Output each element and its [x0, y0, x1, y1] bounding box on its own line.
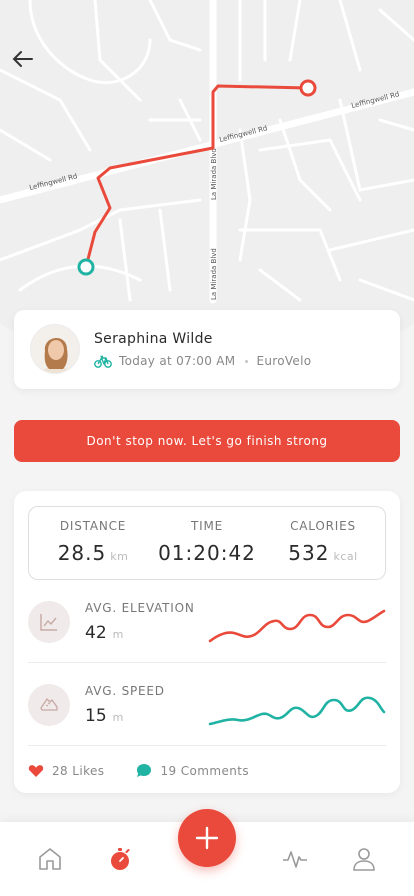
calories-label: CALORIES [290, 519, 356, 533]
nav-profile[interactable] [351, 846, 377, 872]
road-label: La Mirada Blvd [210, 248, 218, 300]
calories-stat: CALORIES 532 kcal [273, 519, 373, 565]
distance-stat: DISTANCE 28.5 km [43, 519, 143, 565]
route-map[interactable]: Leffingwell Rd Leffingwell Rd Leffingwel… [0, 0, 414, 350]
back-button[interactable] [8, 44, 38, 74]
stats-card: DISTANCE 28.5 km TIME 01:20:42 CALORIES 5… [14, 491, 400, 793]
add-activity-button[interactable] [178, 809, 236, 867]
route-name: EuroVelo [256, 354, 312, 368]
distance-value: 28.5 km [57, 541, 129, 565]
speed-unit: m [112, 711, 124, 724]
divider [28, 745, 386, 746]
separator-dot [245, 359, 249, 363]
likes-button[interactable]: 28 Likes [28, 764, 104, 778]
calories-unit: kcal [333, 550, 358, 563]
likes-count: 28 Likes [52, 763, 105, 778]
social-row: 28 Likes 19 Comments [28, 763, 249, 778]
route-end-marker [299, 79, 317, 97]
activity-icon [283, 851, 307, 868]
activity-profile-card: Seraphina Wilde Today at 07:00 AM EuroVe… [14, 310, 400, 389]
route-path [84, 84, 309, 268]
heart-icon [28, 764, 44, 777]
calories-value: 532 kcal [288, 541, 358, 565]
comments-count: 19 Comments [160, 763, 249, 778]
speed-value: 15 m [85, 706, 124, 726]
summary-box: DISTANCE 28.5 km TIME 01:20:42 CALORIES 5… [28, 506, 386, 580]
activity-meta: Today at 07:00 AM EuroVelo [94, 354, 311, 368]
nav-stopwatch[interactable] [107, 846, 133, 872]
elevation-value: 42 m [85, 623, 124, 643]
activity-time: Today at 07:00 AM [119, 354, 236, 368]
shoe-icon [28, 684, 70, 726]
elevation-metric: AVG. ELEVATION 42 m [28, 591, 386, 671]
divider [28, 662, 386, 663]
speed-metric: AVG. SPEED 15 m [28, 674, 386, 754]
banner-text: Don't stop now. Let's go finish strong [86, 434, 328, 448]
stopwatch-icon [111, 848, 130, 870]
bicycle-icon [94, 355, 112, 368]
profile-icon [353, 848, 375, 871]
user-name: Seraphina Wilde [94, 331, 213, 347]
home-icon [39, 848, 61, 870]
speed-label: AVG. SPEED [85, 684, 165, 698]
motivation-banner[interactable]: Don't stop now. Let's go finish strong [14, 420, 400, 462]
comments-button[interactable]: 19 Comments [136, 763, 249, 778]
distance-label: DISTANCE [59, 519, 127, 533]
elevation-sparkline [208, 609, 386, 643]
map-canvas: Leffingwell Rd Leffingwell Rd Leffingwel… [0, 0, 414, 304]
nav-home[interactable] [37, 846, 63, 872]
arrow-left-icon [12, 51, 33, 67]
time-label: TIME [190, 519, 223, 533]
elevation-unit: m [112, 628, 124, 641]
nav-activity[interactable] [282, 846, 308, 872]
elevation-icon [28, 601, 70, 643]
distance-unit: km [110, 550, 129, 563]
comment-icon [137, 764, 152, 777]
speed-sparkline [208, 696, 386, 726]
avatar[interactable] [30, 324, 80, 374]
route-start-marker [77, 258, 95, 276]
road-label: La Mirada Blvd [210, 148, 218, 200]
add-icon [195, 826, 219, 850]
time-value: 01:20:42 [158, 541, 256, 565]
elevation-label: AVG. ELEVATION [85, 601, 195, 615]
time-stat: TIME 01:20:42 [157, 519, 257, 565]
